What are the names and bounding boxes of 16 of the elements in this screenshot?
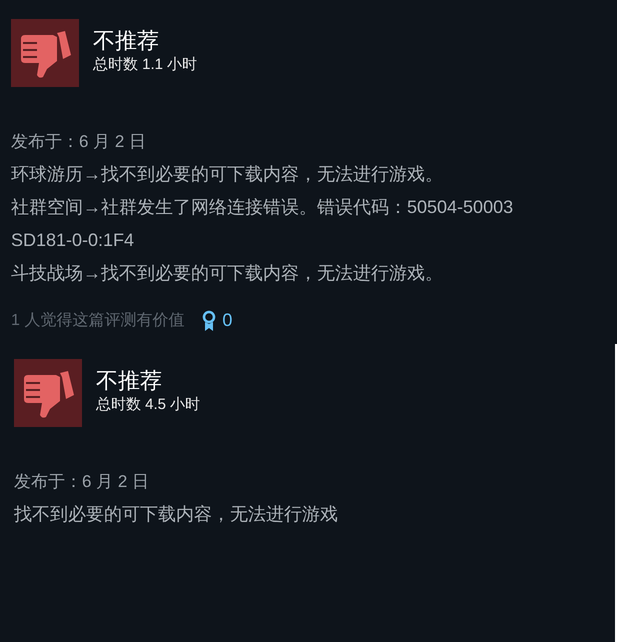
review-text: 环球游历→找不到必要的可下载内容，无法进行游戏。 [11, 163, 443, 186]
recommendation-title: 不推荐 [96, 367, 163, 395]
review-text: 斗技战场→找不到必要的可下载内容，无法进行游戏。 [11, 262, 443, 285]
thumbs-down-icon [11, 19, 79, 87]
playtime-text: 总时数 1.1 小时 [93, 55, 198, 75]
recommendation-title: 不推荐 [93, 27, 160, 55]
award-icon [202, 310, 216, 332]
award-count: 0 [222, 309, 232, 332]
playtime-text: 总时数 4.5 小时 [96, 395, 200, 415]
thumbs-down-icon [14, 359, 82, 427]
review-text: 找不到必要的可下载内容，无法进行游戏 [14, 503, 338, 526]
posted-date: 发布于：6 月 2 日 [14, 471, 150, 493]
review-text: 社群空间→社群发生了网络连接错误。错误代码：50504-50003 [11, 196, 514, 219]
posted-date: 发布于：6 月 2 日 [11, 131, 146, 153]
review-text: SD181-0-0:1F4 [11, 229, 134, 252]
helpful-count: 1 人觉得这篇评测有价值 [11, 310, 184, 330]
